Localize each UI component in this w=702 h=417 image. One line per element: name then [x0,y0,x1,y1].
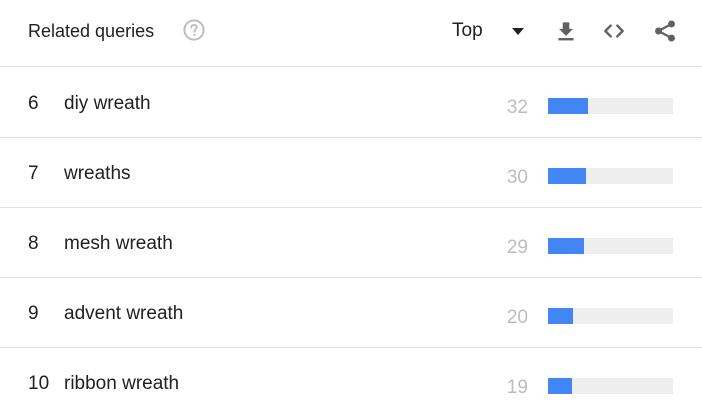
query-link[interactable]: ribbon wreath [64,373,179,395]
value-bar-fill [548,308,573,324]
query-link[interactable]: mesh wreath [64,233,173,255]
query-link[interactable]: wreaths [64,163,131,185]
value-bar-track [548,168,673,184]
rank-number: 9 [28,303,39,324]
value-bar-track [548,238,673,254]
chevron-down-icon [512,28,524,35]
rank-number: 8 [28,233,39,254]
query-value: 20 [506,307,528,328]
query-link[interactable]: advent wreath [64,303,183,325]
value-bar-track [548,98,673,114]
list-item: 6 diy wreath 32 [0,67,702,138]
widget-header: Related queries Top [0,0,702,67]
value-bar-fill [548,238,585,254]
rank-number: 10 [28,373,50,394]
rank-number: 7 [28,163,39,184]
rank-number: 6 [28,93,39,114]
query-link[interactable]: diy wreath [64,93,151,115]
widget-title: Related queries [28,21,155,41]
value-bar-fill [548,168,586,184]
sort-dropdown-label: Top [452,20,483,41]
code-icon[interactable] [601,18,627,44]
sort-dropdown[interactable]: Top [452,18,524,44]
query-value: 32 [506,97,528,118]
query-value: 29 [506,237,528,258]
list-item: 7 wreaths 30 [0,137,702,208]
value-bar-track [548,378,673,394]
query-value: 19 [506,377,528,398]
share-icon[interactable] [652,18,678,44]
help-circle-icon[interactable] [183,19,205,41]
list-item: 8 mesh wreath 29 [0,207,702,278]
list-item: 9 advent wreath 20 [0,277,702,348]
value-bar-track [548,308,673,324]
query-value: 30 [506,167,528,188]
value-bar-fill [548,98,588,114]
list-item: 10 ribbon wreath 19 [0,347,702,417]
value-bar-fill [548,378,572,394]
download-icon[interactable] [553,18,579,44]
related-queries-widget: Related queries Top 6 diy wreath 32 7 wr… [0,0,702,413]
